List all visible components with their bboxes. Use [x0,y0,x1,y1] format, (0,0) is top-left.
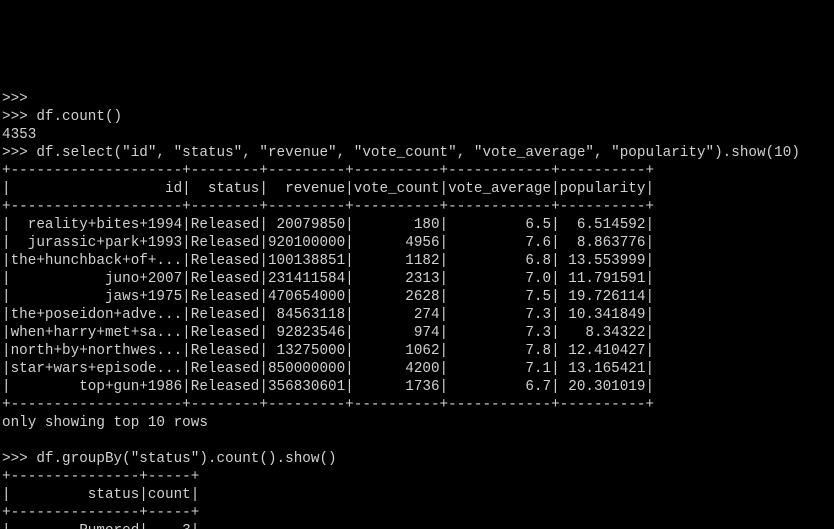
table-row: |when+harry+met+sa...|Released| 92823546… [2,325,654,341]
prompt-line: >>> df.select("id", "status", "revenue",… [2,145,800,161]
terminal-output[interactable]: >>> >>> df.count() 4353 >>> df.select("i… [0,90,834,529]
table-border: +--------------------+--------+---------… [2,163,654,179]
prompt-line: >>> df.groupBy("status").count().show() [2,451,337,467]
table-row: | top+gun+1986|Released|356830601| 1736|… [2,379,654,395]
table-header: | id| status| revenue|vote_count|vote_av… [2,181,654,197]
table-row: |the+hunchback+of+...|Released|100138851… [2,253,654,269]
table-row: |star+wars+episode...|Released|850000000… [2,361,654,377]
table-header: | status|count| [2,487,199,503]
table-row: | jurassic+park+1993|Released|920100000|… [2,235,654,251]
table-border: +--------------------+--------+---------… [2,199,654,215]
table-border: +---------------+-----+ [2,469,199,485]
table-row: | reality+bites+1994|Released| 20079850|… [2,217,654,233]
prompt-line: >>> df.count() [2,109,122,125]
count-result: 4353 [2,127,36,143]
table-footer-note: only showing top 10 rows [2,415,208,431]
table-border: +--------------------+--------+---------… [2,397,654,413]
prompt-line: >>> [2,91,28,107]
table-row: |north+by+northwes...|Released| 13275000… [2,343,654,359]
table-row: | juno+2007|Released|231411584| 2313| 7.… [2,271,654,287]
table-row: | jaws+1975|Released|470654000| 2628| 7.… [2,289,654,305]
table-row: |the+poseidon+adve...|Released| 84563118… [2,307,654,323]
table-border: +---------------+-----+ [2,505,199,521]
table-row: | Rumored| 3| [2,523,199,529]
